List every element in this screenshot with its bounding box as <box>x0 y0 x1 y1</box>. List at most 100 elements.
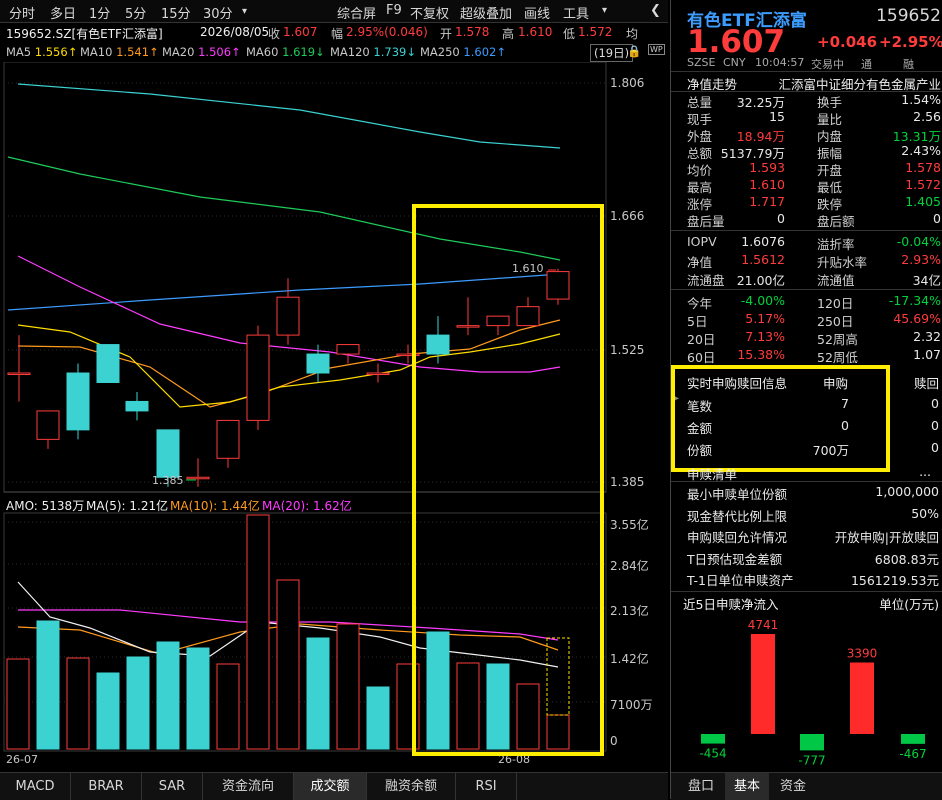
tab-capital[interactable]: 资金 <box>771 773 815 800</box>
stat-label: 流通值 <box>817 273 855 288</box>
list-row: T日预估现金差额 6808.83元 <box>687 551 939 567</box>
draw-line-button[interactable]: 画线 <box>524 3 550 22</box>
tab-fund-flow[interactable]: 资金流向 <box>203 773 294 800</box>
candle-body <box>366 372 390 376</box>
candle-body <box>36 410 60 440</box>
tab-rsi[interactable]: RSI <box>456 773 517 800</box>
tab-1min[interactable]: 1分 <box>89 3 110 22</box>
stat-value: 1.578 <box>905 160 941 175</box>
volume-bar <box>6 658 30 750</box>
collapse-chevron-icon[interactable]: ❮ <box>650 3 661 18</box>
low-value: 1.572 <box>578 25 613 39</box>
tools-dropdown-icon[interactable]: ▾ <box>602 5 607 16</box>
candle-body <box>336 344 360 355</box>
stat-row: 流通盘 21.00亿 流通值 34亿 <box>671 270 942 288</box>
date-label: 2026/08/05 <box>200 25 270 39</box>
tab-5min[interactable]: 5分 <box>125 3 146 22</box>
stat-value: 2.56 <box>913 109 941 124</box>
inflow-bar <box>751 634 775 734</box>
stat-value: 34亿 <box>912 273 941 288</box>
tab-sar[interactable]: SAR <box>142 773 203 800</box>
stat-value: 1.07 <box>913 347 941 362</box>
price-axis-label: 1.385 <box>610 475 645 489</box>
date-label-left: 26-07 <box>6 753 38 766</box>
quote-panel: 有色ETF汇添富 159652 1.607 +0.046 +2.95% SZSE… <box>670 0 942 800</box>
list-row: 现金替代比例上限 50% <box>687 505 939 524</box>
tab-multiday[interactable]: 多日 <box>50 3 76 22</box>
stat-value: 2.43% <box>901 143 941 158</box>
stat-row: 盘后量 0 盘后额 0 <box>671 211 942 229</box>
security-code: 159652 <box>876 6 941 26</box>
candle-body <box>156 429 180 478</box>
stat-label: 盘后额 <box>817 214 855 229</box>
stat-row: 均价 1.593 开盘 1.578 <box>671 160 942 178</box>
stat-value: 1.593 <box>749 160 785 175</box>
stat-value: 0 <box>933 211 941 226</box>
ma120-label: MA120 1.739↓ <box>330 45 416 59</box>
amo-ma20: MA(20): 1.62亿 <box>262 499 352 513</box>
inflow-label: 4741 <box>748 618 779 632</box>
stat-value: 0 <box>777 211 785 226</box>
f9-button[interactable]: F9 <box>386 3 402 18</box>
net-inflow-chart: -454 4741 -777 3390 -467 <box>699 618 926 767</box>
panel-tabs: 盘口 基本 资金 <box>671 772 942 800</box>
tab-15min[interactable]: 15分 <box>161 3 191 22</box>
tab-turnover[interactable]: 成交额 <box>294 773 367 800</box>
stat-value: 1.6076 <box>741 234 785 249</box>
volume-axis-label: 2.13亿 <box>610 604 649 618</box>
list-row: 最小申赎单位份额 1,000,000 <box>687 484 939 502</box>
lock-icon[interactable]: 🔒 <box>627 44 641 58</box>
candle-body <box>7 372 31 376</box>
stat-row: 5日 5.17% 250日 45.69% <box>671 311 942 329</box>
tab-margin-balance[interactable]: 融资余额 <box>367 773 456 800</box>
stat-value: 1.54% <box>901 92 941 107</box>
stat-value: -4.00% <box>740 293 785 308</box>
volume-bar <box>306 637 330 750</box>
ma10-label: MA10 1.541↑ <box>80 45 159 59</box>
tab-macd[interactable]: MACD <box>0 773 71 800</box>
amo-ma5: MA(5): 1.21亿 <box>86 499 169 513</box>
candle-body <box>186 476 210 480</box>
tab-basic[interactable]: 基本 <box>725 773 769 800</box>
tab-brar[interactable]: BRAR <box>71 773 142 800</box>
stat-value: 15 <box>769 109 785 124</box>
volume-axis-label: 2.84亿 <box>610 559 649 573</box>
candle-body <box>125 400 149 412</box>
trading-status: 交易中 <box>811 58 844 71</box>
security-label: 159652.SZ[有色ETF汇添富] <box>6 27 163 41</box>
candle-body <box>246 334 270 421</box>
inflow-label: 3390 <box>847 646 878 660</box>
volume-axis-label: 0 <box>610 734 618 748</box>
stat-label: 净值 <box>687 255 713 270</box>
stat-row: 20日 7.13% 52周高 2.32 <box>671 329 942 347</box>
tab-30min[interactable]: 30分 <box>203 3 233 22</box>
candle-body <box>96 344 120 383</box>
inflow-label: -454 <box>699 747 726 761</box>
stat-label: 120日 <box>817 296 854 311</box>
stat-value: 15.38% <box>737 347 785 362</box>
nav-trend-row[interactable]: 净值走势 汇添富中证细分有色金属产业 <box>671 74 942 92</box>
inflow-bar <box>701 734 725 744</box>
volume-bar <box>156 641 180 750</box>
ma-legend: MA5 1.556↑ MA10 1.541↑ MA20 1.506↑ MA60 … <box>0 42 668 62</box>
inflow-bar <box>901 734 925 744</box>
composite-screen-button[interactable]: 综合屏 <box>337 3 376 22</box>
stat-label: 60日 <box>687 350 716 365</box>
list-row: 申购赎回允许情况 开放申购|开放赎回 <box>687 530 939 545</box>
super-overlay-button[interactable]: 超级叠加 <box>460 3 512 22</box>
tools-button[interactable]: 工具 <box>563 3 589 22</box>
volume-bar <box>186 647 210 750</box>
last-price: 1.607 <box>687 24 786 60</box>
no-adjust-button[interactable]: 不复权 <box>410 3 449 22</box>
price-axis-label: 1.525 <box>610 343 645 357</box>
stat-value: 1.717 <box>749 194 785 209</box>
tab-orderbook[interactable]: 盘口 <box>679 773 723 800</box>
wp-icon[interactable]: WP <box>648 44 665 55</box>
tab-intraday[interactable]: 分时 <box>9 3 35 22</box>
period-dropdown-icon[interactable]: ▾ <box>242 6 247 17</box>
stat-label: 52周高 <box>817 332 858 347</box>
close-value: 1.607 <box>283 25 318 39</box>
stat-row: 净值 1.5612 升贴水率 2.93% <box>671 252 942 270</box>
volume-bar <box>216 663 240 750</box>
stat-label: IOPV <box>687 234 717 249</box>
